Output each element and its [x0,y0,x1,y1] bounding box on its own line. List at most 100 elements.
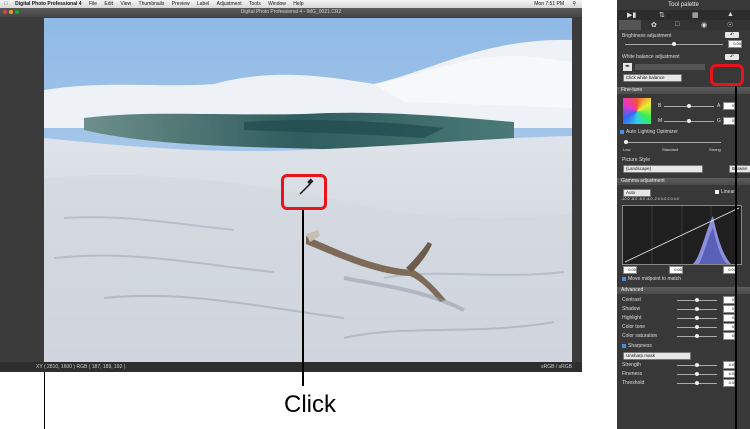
color-tone-value[interactable]: 0 [723,323,735,331]
click-annotation: Click [284,391,336,418]
gamma-auto-button[interactable]: Auto [623,189,651,197]
color-tone-label: Color tone [622,324,646,330]
fine-tune-b-value[interactable]: 0 [723,102,735,110]
fineness-label: Fineness [622,371,643,377]
strength-label: Strength [622,362,641,368]
white-balance-reset-icon[interactable]: ↶ [725,54,739,60]
alo-strong-label: Strong [709,147,721,152]
tab-crop-icon[interactable]: □ [675,21,679,28]
gamma-header: Gamma adjustment [617,178,750,185]
alo-slider[interactable] [625,142,721,143]
white-balance-select[interactable]: Click white balance [623,74,682,82]
move-midpoint-label: Move midpoint to match [628,276,682,282]
menu-thumbnails[interactable]: Thumbnails [139,0,165,8]
gamma-scale: -10.0 -8.0 -6.0 -4.0 -2.0 0.0 2.0 4.0 [621,197,680,201]
white-balance-label: White balance adjustment [622,54,680,60]
menu-preview[interactable]: Preview [172,0,190,8]
tab-image-icon[interactable]: ▦ [692,11,699,19]
alo-checkbox[interactable] [620,130,624,134]
gamma-linear-checkbox[interactable] [715,190,719,194]
gamma-label: Gamma adjustment [621,178,665,184]
threshold-knob[interactable] [695,381,699,385]
sharpness-checkbox[interactable] [622,344,626,348]
strength-knob[interactable] [695,363,699,367]
tab-color-icon[interactable]: ✿ [651,21,657,29]
tab-tone-icon[interactable]: ⇅ [659,11,665,19]
tab-eye-icon[interactable]: ☉ [727,21,733,29]
highlight-label: Highlight [622,315,642,321]
alo-label: Auto Lighting Optimizer [626,129,678,135]
palette-tabs-row2: ✿ □ ◉ ☉ [617,20,750,30]
window-title: Digital Photo Professional 4 - IMG_0021.… [240,9,342,15]
highlight-value[interactable]: 0 [723,314,735,322]
search-icon[interactable]: ⚲ [572,0,576,8]
fine-tune-g-label: G [717,118,721,124]
fine-tune-header: Fine-tune [617,87,750,94]
menu-bar:  Digital Photo Professional 4 File Edit… [0,0,582,8]
threshold-label: Threshold [622,380,645,386]
white-balance-preset-buttons[interactable] [635,64,705,70]
color-tone-knob[interactable] [695,325,699,329]
gamma-black-point-value[interactable]: 0.00 [623,266,637,274]
color-saturation-knob[interactable] [695,334,699,338]
alo-low-label: Low [623,147,631,152]
callout-leader-line [302,210,304,386]
palette-tabs-row1: ▶▮ ⇅ ▦ ▲ [617,10,750,20]
white-balance-eyedropper-button[interactable]: ✒ [623,63,632,71]
brightness-value[interactable]: 0.00 [728,40,742,48]
gamma-histogram[interactable] [622,205,742,265]
sharpness-label: Sharpness [628,343,652,349]
menu-view[interactable]: View [120,0,131,8]
menu-window[interactable]: Window [268,0,286,8]
picture-style-label: Picture Style [622,157,651,163]
shadow-value[interactable]: 0 [723,305,735,313]
alo-slider-knob[interactable] [624,140,628,144]
contrast-knob[interactable] [695,298,699,302]
shadow-knob[interactable] [695,307,699,311]
menu-tools[interactable]: Tools [249,0,261,8]
tab-adjust-icon[interactable] [619,20,641,30]
fine-tune-b-label: B [658,103,662,109]
fine-tune-label: Fine-tune [621,87,643,93]
tab-person-icon[interactable]: ▲ [727,11,734,18]
advanced-label: Advanced [621,287,644,293]
color-saturation-value[interactable]: 0 [723,332,735,340]
menu-file[interactable]: File [89,0,97,8]
alo-standard-label: Standard [662,147,679,152]
tab-lens-icon[interactable]: ◉ [701,21,707,29]
fine-tune-m-value[interactable]: 0 [723,117,735,125]
palette-title: Tool palette [668,2,699,8]
fineness-value[interactable]: 4.0 [723,370,735,378]
sharpness-mode-select[interactable]: Unsharp mask [623,352,691,360]
contrast-value[interactable]: 0 [723,296,735,304]
fine-tune-ba-knob[interactable] [687,104,691,108]
brightness-reset-icon[interactable]: ↶ [725,32,739,38]
menubar-clock: Mon 7:51 PM [534,1,564,7]
highlight-knob[interactable] [695,316,699,320]
tab-basic-icon[interactable]: ▶▮ [627,11,636,19]
fineness-knob[interactable] [695,372,699,376]
menu-label[interactable]: Label [197,0,209,8]
apple-icon[interactable]:  [4,0,8,8]
wb-callout-leader-line [735,86,737,429]
picture-style-browse-button[interactable]: Browse [729,165,750,173]
menu-edit[interactable]: Edit [104,0,113,8]
gamma-midpoint-value[interactable]: 0.00 [669,266,683,274]
brightness-slider-knob[interactable] [672,42,676,46]
advanced-header: Advanced [617,287,750,294]
strength-value[interactable]: 4.0 [723,361,735,369]
color-wheel[interactable] [623,98,651,124]
status-bar: XY ( 2810, 1600 ) RGB ( 187, 189, 192 ) … [0,362,582,372]
move-midpoint-checkbox[interactable] [622,277,626,281]
menu-app[interactable]: Digital Photo Professional 4 [15,0,81,8]
threshold-value[interactable]: 4.0 [723,379,735,387]
window-titlebar: Digital Photo Professional 4 - IMG_0021.… [0,8,582,17]
picture-style-select[interactable]: (Landscape) [623,165,703,173]
menu-adjustment[interactable]: Adjustment [217,0,242,8]
fine-tune-mg-knob[interactable] [687,119,691,123]
gamma-linear-label: Linear [721,189,735,195]
color-space-readout: sRGB / sRGB [541,364,572,370]
histogram-graphic [624,206,740,264]
status-leader-line [44,372,45,429]
menu-help[interactable]: Help [293,0,303,8]
